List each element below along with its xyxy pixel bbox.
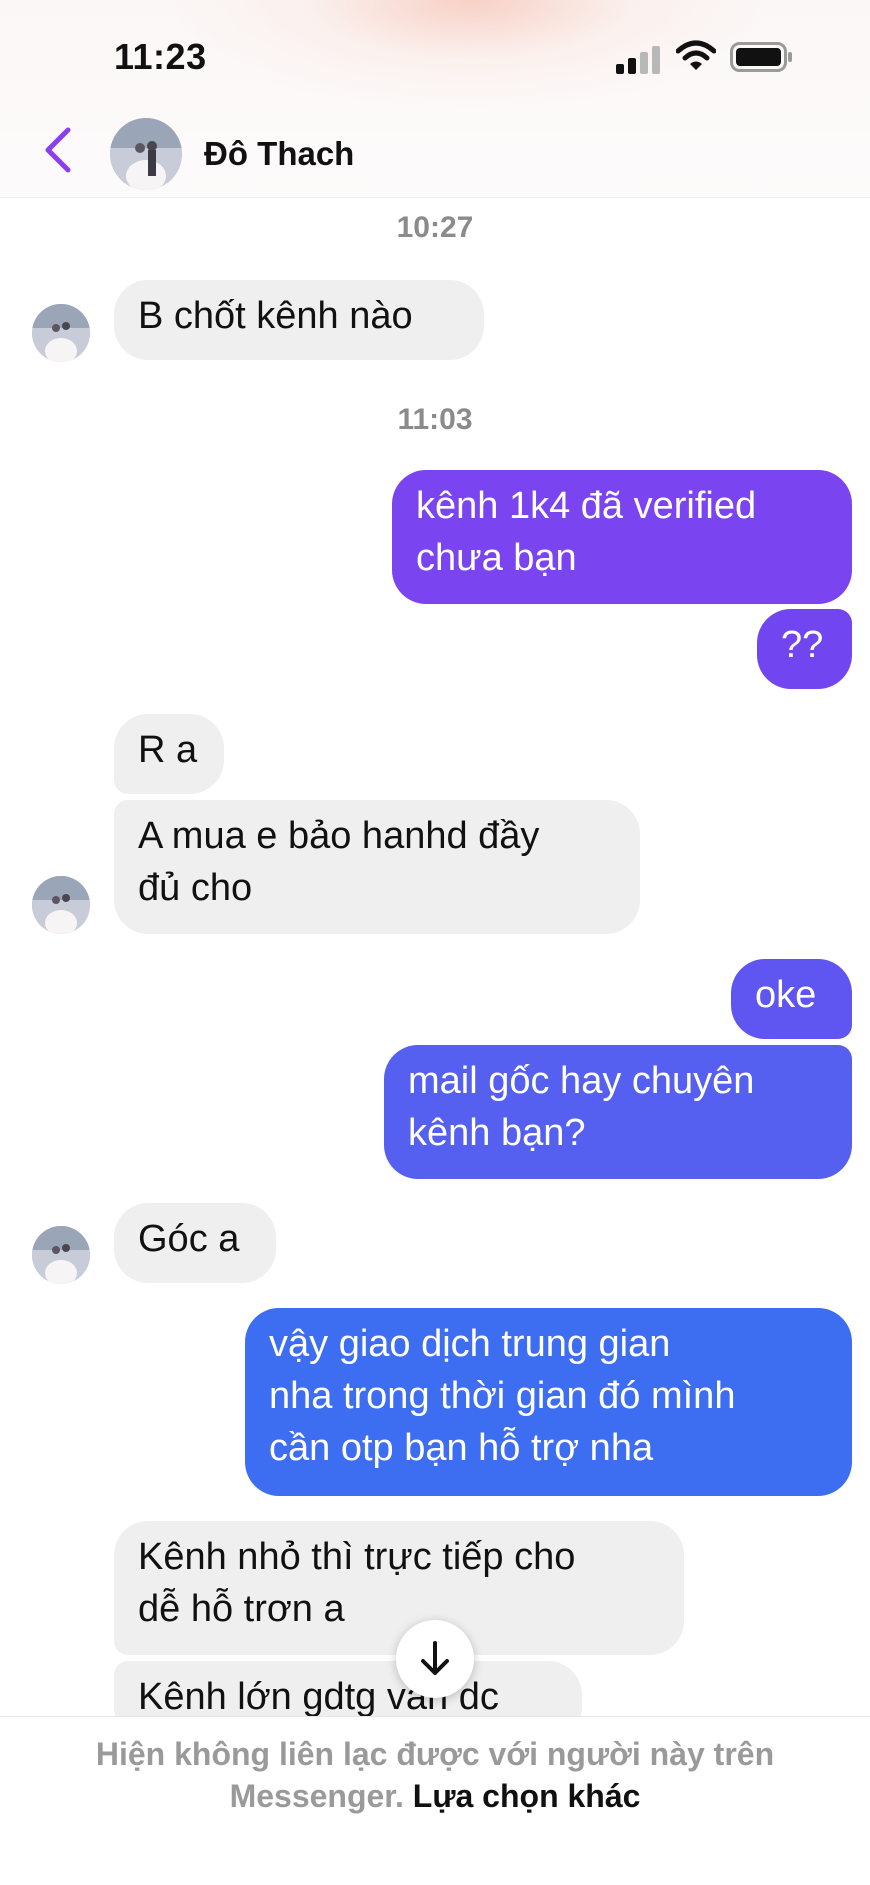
- message-text-line: Kênh nhỏ thì trực tiếp cho: [138, 1536, 576, 1578]
- message-bubble-outgoing[interactable]: vậy giao dịch trung gian nha trong thời …: [245, 1308, 852, 1496]
- message-bubble-incoming[interactable]: Kênh nhỏ thì trực tiếp cho dễ hỗ trơn a: [114, 1521, 684, 1655]
- timestamp: 10:27: [396, 211, 474, 244]
- message-text-line: nha trong thời gian đó mình: [269, 1375, 736, 1417]
- message-bubble-outgoing[interactable]: kênh 1k4 đã verified chưa bạn: [392, 470, 852, 604]
- message-text-line: dễ hỗ trơn a: [138, 1588, 345, 1630]
- message-text: Góc a: [138, 1218, 240, 1260]
- contact-avatar-small[interactable]: [32, 1226, 90, 1284]
- message-text: oke: [755, 974, 817, 1016]
- notice-text-line2: Messenger. Lựa chọn khác: [0, 1775, 870, 1817]
- scroll-to-bottom-button[interactable]: [396, 1620, 474, 1698]
- message-bubble-outgoing[interactable]: mail gốc hay chuyên kênh bạn?: [384, 1045, 852, 1179]
- message-bubble-incoming[interactable]: A mua e bảo hanhd đầy đủ cho: [114, 800, 640, 934]
- notice-text-line1: Hiện không liên lạc được với người này t…: [95, 1736, 775, 1772]
- message-bubble-outgoing[interactable]: oke: [731, 959, 852, 1039]
- message-text-line: đủ cho: [138, 867, 253, 909]
- message-text-line: kênh 1k4 đã verified: [416, 485, 757, 527]
- message-text: ??: [781, 624, 824, 666]
- timestamp: 11:03: [397, 403, 473, 436]
- status-time: 11:23: [114, 36, 207, 77]
- message-bubble-incoming[interactable]: R a: [114, 714, 224, 794]
- message-text-line: cần otp bạn hỗ trợ nha: [269, 1427, 654, 1469]
- message-bubble-incoming[interactable]: B chốt kênh nào: [114, 280, 484, 360]
- battery-icon: [730, 42, 792, 72]
- message-text-line: chưa bạn: [416, 537, 577, 579]
- wifi-icon: [676, 40, 716, 70]
- signal-icon: [616, 46, 660, 74]
- back-chevron-icon[interactable]: [40, 124, 76, 176]
- message-text-line: vậy giao dịch trung gian: [269, 1323, 671, 1365]
- message-bubble-outgoing[interactable]: ??: [757, 609, 852, 689]
- contact-name[interactable]: Đô Thach: [204, 135, 354, 173]
- unavailable-notice: Hiện không liên lạc được với người này t…: [0, 1716, 870, 1885]
- notice-text: Messenger.: [229, 1778, 404, 1814]
- other-options-link[interactable]: Lựa chọn khác: [413, 1778, 641, 1814]
- message-text: R a: [138, 729, 198, 771]
- message-text-line: A mua e bảo hanhd đầy: [138, 815, 540, 857]
- message-text: B chốt kênh nào: [138, 295, 413, 337]
- message-bubble-incoming[interactable]: Góc a: [114, 1203, 276, 1283]
- contact-avatar[interactable]: [110, 118, 182, 190]
- contact-avatar-small[interactable]: [32, 304, 90, 362]
- message-text-line: kênh bạn?: [408, 1112, 586, 1154]
- arrow-down-icon: [421, 1641, 449, 1675]
- contact-avatar-small[interactable]: [32, 876, 90, 934]
- message-text-line: mail gốc hay chuyên: [408, 1060, 755, 1102]
